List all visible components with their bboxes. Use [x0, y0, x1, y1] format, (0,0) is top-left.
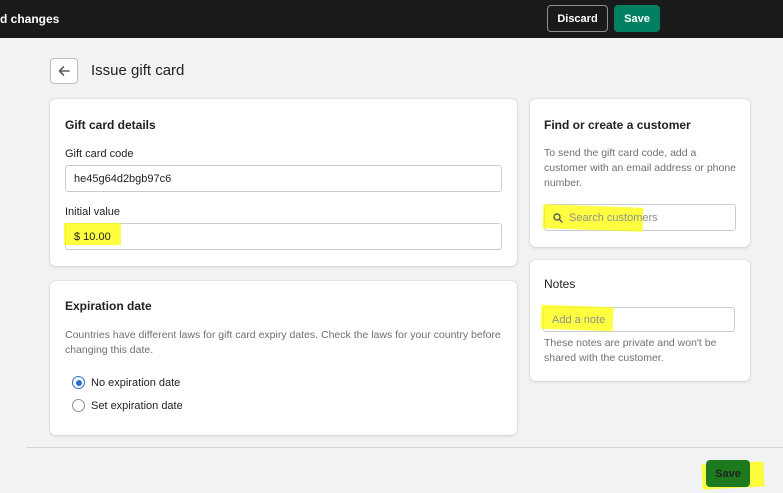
customer-card-title: Find or create a customer — [544, 118, 691, 132]
expiration-date-card: Expiration date Countries have different… — [50, 281, 517, 435]
footer-divider — [27, 447, 783, 448]
customer-card: Find or create a customer To send the gi… — [530, 99, 750, 247]
notes-help-text: These notes are private and won't be sha… — [544, 337, 717, 364]
gift-card-code-label: Gift card code — [65, 148, 134, 160]
gift-card-details-card: Gift card details Gift card code he45g64… — [50, 99, 517, 266]
top-bar: d changes Discard Save — [0, 0, 783, 38]
radio-set-expiration-label: Set expiration date — [91, 399, 183, 412]
initial-value-value: $ 10.00 — [74, 230, 111, 243]
radio-set-expiration[interactable]: Set expiration date — [72, 399, 183, 412]
customer-search-placeholder: Search customers — [569, 211, 658, 224]
notes-title: Notes — [544, 277, 576, 291]
search-icon — [553, 212, 563, 223]
gift-card-code-input[interactable]: he45g64d2bgb97c6 — [65, 165, 502, 192]
expiration-date-title: Expiration date — [65, 299, 152, 313]
discard-button[interactable]: Discard — [547, 5, 608, 32]
notes-placeholder: Add a note — [552, 313, 606, 326]
initial-value-input[interactable]: $ 10.00 — [65, 223, 502, 250]
gift-card-details-title: Gift card details — [65, 118, 156, 132]
back-button[interactable] — [50, 58, 78, 84]
radio-button-unchecked[interactable] — [72, 399, 85, 412]
radio-button-checked[interactable] — [72, 376, 85, 389]
page-title: Issue gift card — [91, 62, 185, 79]
radio-no-expiration-label: No expiration date — [91, 376, 181, 389]
notes-card: Notes Add a note These notes are private… — [530, 260, 750, 381]
expiration-help-text: Countries have different laws for gift c… — [65, 329, 501, 356]
arrow-left-icon — [58, 66, 70, 76]
save-button-bottom[interactable]: Save — [706, 460, 750, 487]
gift-card-code-value: he45g64d2bgb97c6 — [74, 172, 172, 185]
customer-help-text: To send the gift card code, add a custom… — [544, 147, 737, 189]
radio-no-expiration[interactable]: No expiration date — [72, 376, 180, 389]
initial-value-label: Initial value — [65, 206, 121, 218]
save-button-top[interactable]: Save — [614, 5, 660, 32]
unsaved-changes-title: d changes — [0, 12, 60, 26]
